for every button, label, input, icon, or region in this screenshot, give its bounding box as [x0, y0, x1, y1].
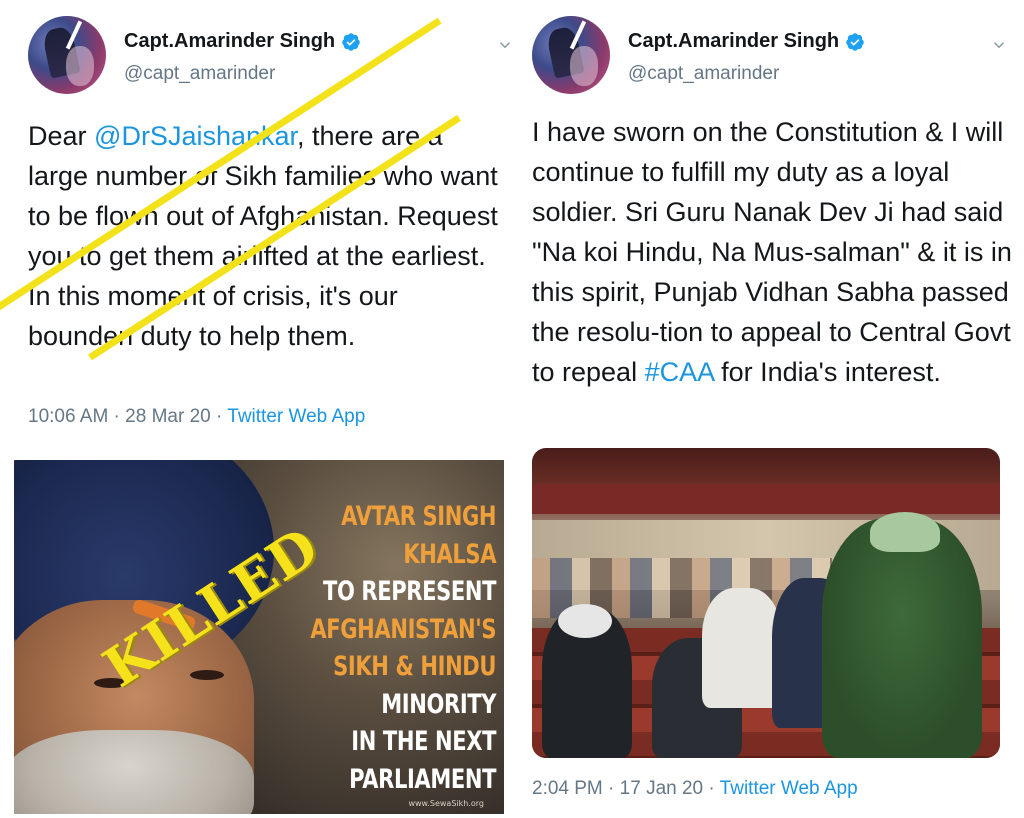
- tweet-image[interactable]: AVTAR SINGH KHALSA TO REPRESENT AFGHANIS…: [14, 460, 504, 814]
- author-display-name[interactable]: Capt.Amarinder Singh: [124, 30, 361, 53]
- avatar[interactable]: [28, 16, 106, 94]
- poster-line: AFGHANISTAN'S: [310, 613, 496, 645]
- chevron-down-icon[interactable]: [990, 36, 1008, 54]
- meta-separator: ·: [108, 406, 126, 427]
- poster-line: IN THE NEXT: [351, 726, 496, 757]
- tweet-meta: 2:04 PM · 17 Jan 20 · Twitter Web App: [532, 778, 858, 800]
- author-display-name-text[interactable]: Capt.Amarinder Singh: [628, 30, 839, 53]
- author-display-name-text[interactable]: Capt.Amarinder Singh: [124, 30, 335, 53]
- tweet-text-part: , there are a large number of Sikh famil…: [28, 121, 498, 351]
- author-handle[interactable]: @capt_amarinder: [124, 63, 361, 85]
- hashtag-link[interactable]: #CAA: [645, 357, 714, 387]
- tweet-text-part: I have sworn on the Constitution & I wil…: [532, 117, 1012, 387]
- speaker-figure: [822, 518, 982, 758]
- poster-line: AVTAR SINGH: [340, 501, 496, 532]
- poster-line: MINORITY: [381, 688, 496, 720]
- author-names: Capt.Amarinder Singh @capt_amarinder: [124, 30, 361, 85]
- tweet-date[interactable]: 28 Mar 20: [125, 406, 211, 427]
- author-names: Capt.Amarinder Singh @capt_amarinder: [628, 30, 865, 85]
- poster-line: TO REPRESENT: [322, 576, 497, 607]
- tweet-image[interactable]: [532, 448, 1000, 758]
- tweet-meta: 10:06 AM · 28 Mar 20 · Twitter Web App: [28, 406, 365, 428]
- poster-line: PARLIAMENT: [348, 763, 496, 795]
- poster-line: SIKH & HINDU: [333, 651, 496, 682]
- tweet-text: Dear @DrSJaishankar, there are a large n…: [28, 116, 498, 356]
- divider: [512, 0, 520, 818]
- author-display-name[interactable]: Capt.Amarinder Singh: [628, 30, 865, 53]
- tweet-header: Capt.Amarinder Singh @capt_amarinder: [532, 14, 1024, 94]
- image-watermark: www.SewaSikh.org: [408, 799, 484, 808]
- poster-text: AVTAR SINGH KHALSA TO REPRESENT AFGHANIS…: [310, 498, 496, 798]
- verified-badge-icon: [846, 32, 864, 51]
- meta-separator: ·: [210, 406, 228, 427]
- meta-separator: ·: [602, 778, 620, 799]
- tweet-date[interactable]: 17 Jan 20: [620, 778, 703, 799]
- tweet-header: Capt.Amarinder Singh @capt_amarinder: [28, 14, 512, 94]
- meta-separator: ·: [703, 778, 720, 799]
- tweet-text: I have sworn on the Constitution & I wil…: [532, 112, 1012, 392]
- tweet-text-part: Dear: [28, 121, 95, 151]
- tweet-time[interactable]: 10:06 AM: [28, 406, 108, 427]
- tweet-source-link[interactable]: Twitter Web App: [227, 406, 365, 427]
- tweet-time[interactable]: 2:04 PM: [532, 778, 603, 799]
- avatar[interactable]: [532, 16, 610, 94]
- poster-line: KHALSA: [403, 538, 496, 570]
- tweet-text-part: for India's interest.: [713, 357, 941, 387]
- tweet-right[interactable]: Capt.Amarinder Singh @capt_amarinder I h…: [520, 0, 1024, 818]
- tweet-left[interactable]: Capt.Amarinder Singh @capt_amarinder Dea…: [0, 0, 512, 818]
- tweet-source-link[interactable]: Twitter Web App: [720, 778, 858, 799]
- verified-badge-icon: [342, 32, 360, 51]
- author-handle[interactable]: @capt_amarinder: [628, 63, 865, 85]
